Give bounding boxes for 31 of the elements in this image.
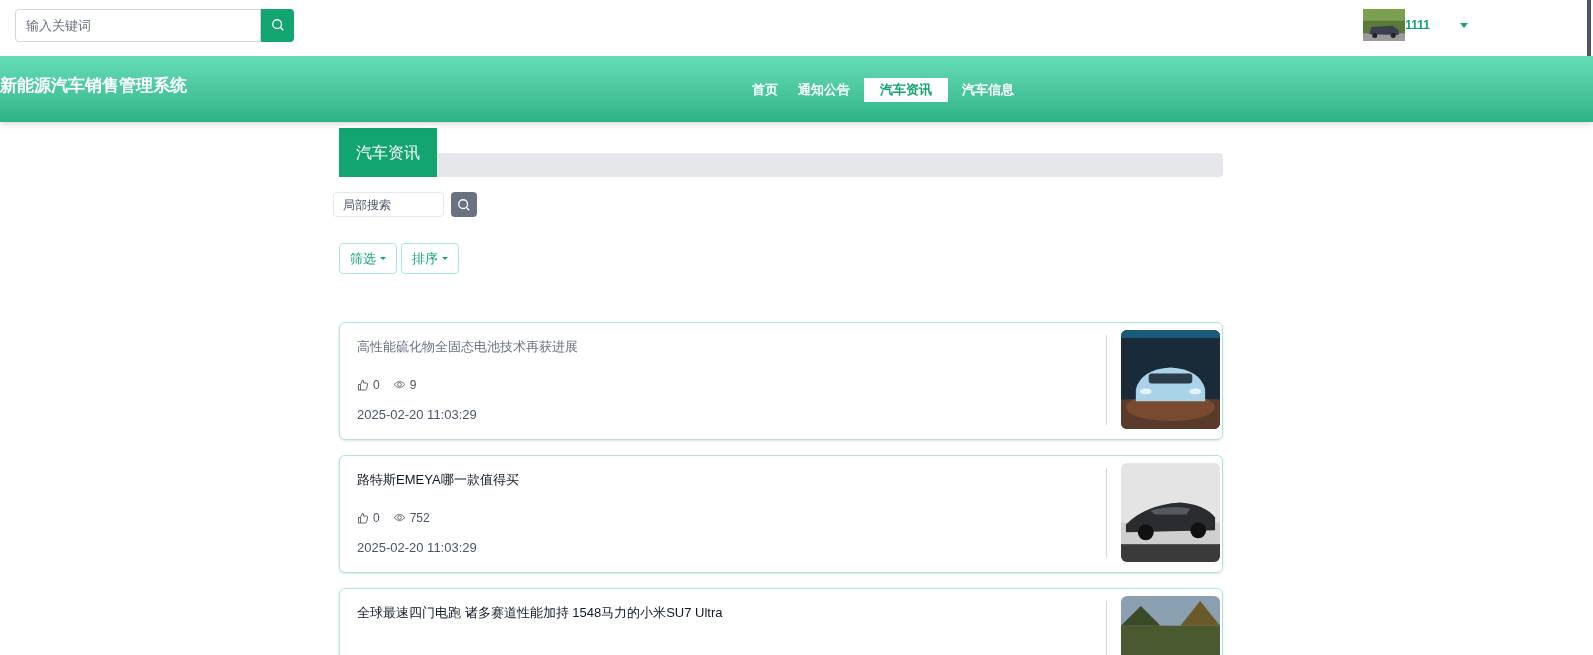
search-button[interactable]: [451, 192, 477, 217]
site-title: 新能源汽车销售管理系统: [0, 75, 187, 97]
article-date: 2025-02-20 11:03:29: [357, 405, 478, 424]
article-card[interactable]: 高性能硫化物全固态电池技术再获进展 0 9 2025-02-20 11:03:29: [339, 322, 1223, 440]
article-title[interactable]: 全球最速四门电跑 诸多赛道性能加持 1548马力的小米SU7 Ultra: [357, 603, 1106, 623]
view-count: 752: [409, 509, 430, 527]
caret-icon[interactable]: [1460, 22, 1468, 28]
like-count: 0: [373, 509, 380, 527]
like-count: 0: [373, 376, 380, 394]
search-icon: [270, 18, 285, 32]
article-title[interactable]: 路特斯EMEYA哪一款值得买: [357, 470, 1106, 490]
eye-icon: [392, 380, 406, 389]
nav-link[interactable]: 汽车资讯: [864, 78, 948, 102]
eye-icon: [392, 513, 406, 522]
dropdown-button[interactable]: 筛选: [339, 243, 397, 274]
article-title[interactable]: 高性能硫化物全固态电池技术再获进展: [357, 337, 1106, 357]
article-date: 2025-02-20 11:03:29: [357, 538, 478, 557]
nav-link[interactable]: 汽车信息: [952, 78, 1024, 102]
nav-link[interactable]: 通知公告: [788, 78, 860, 102]
article-card[interactable]: 全球最速四门电跑 诸多赛道性能加持 1548马力的小米SU7 Ultra: [339, 588, 1223, 655]
search-icon: [457, 197, 471, 212]
nav-link[interactable]: 首页: [742, 78, 788, 102]
search-field[interactable]: 局部搜索: [333, 192, 444, 217]
dropdown-button[interactable]: 排序: [401, 243, 459, 274]
thumbs-up-icon: [357, 378, 369, 391]
article-card[interactable]: 路特斯EMEYA哪一款值得买 0 752 2025-02-20 11:03:29: [339, 455, 1223, 573]
search-button[interactable]: [261, 8, 294, 42]
view-count: 9: [409, 376, 417, 394]
username[interactable]: 1111: [1405, 16, 1430, 34]
thumbs-up-icon: [357, 511, 369, 524]
search-field[interactable]: 输入关键词: [15, 8, 261, 42]
